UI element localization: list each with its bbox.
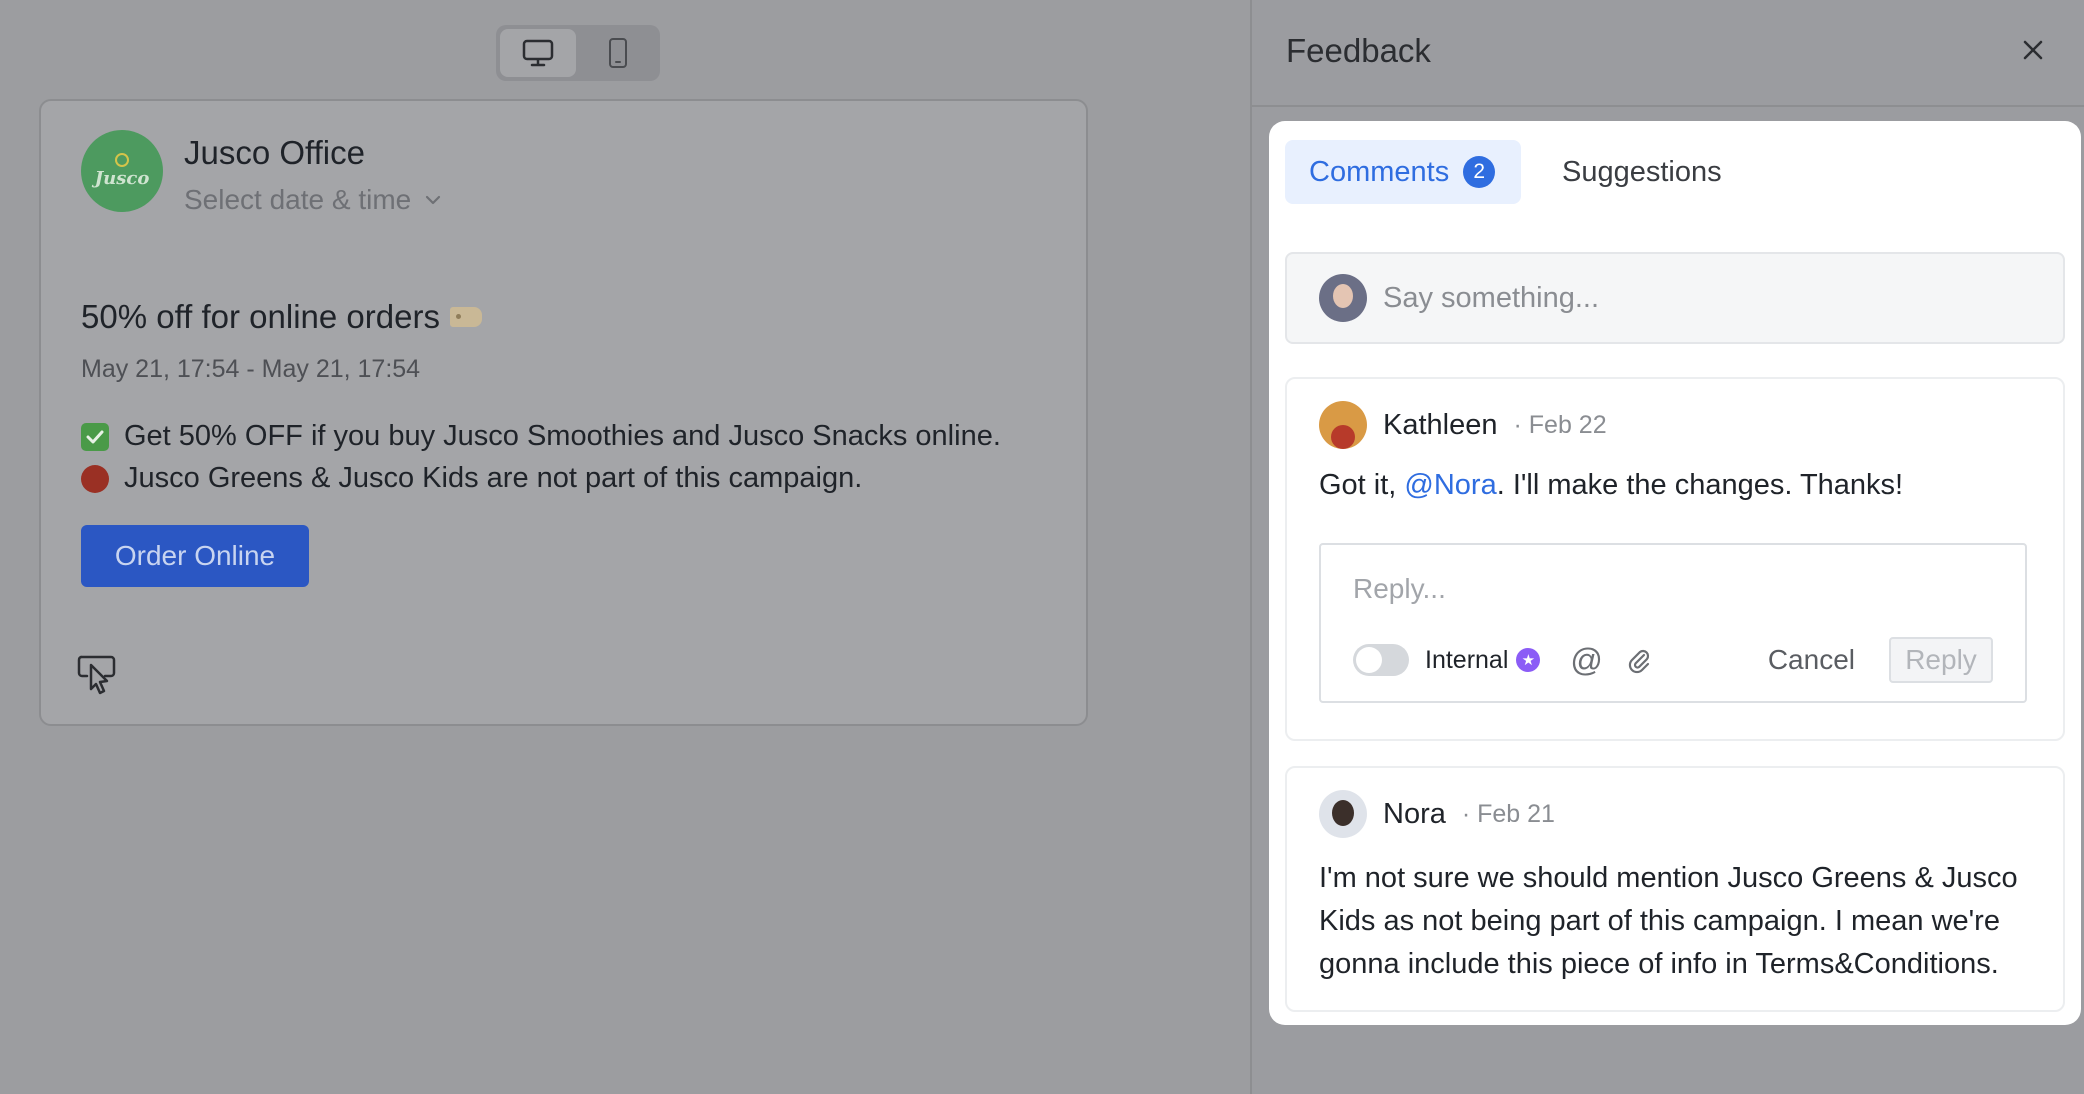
avatar [1319,401,1367,449]
user-mention[interactable]: @Nora [1404,469,1496,501]
new-comment-input[interactable]: Say something... [1285,252,2065,344]
close-icon [2023,40,2043,60]
device-toggle [496,25,660,81]
comments-count-badge: 2 [1463,156,1496,188]
reply-button[interactable]: Reply [1889,637,1993,683]
internal-label: Internal [1425,645,1509,674]
comment-date: · Feb 21 [1461,799,1555,828]
date-select-label: Select date & time [184,184,412,215]
premium-star-icon: ★ [1516,648,1541,672]
offer-line-excluded: Jusco Greens & Jusco Kids are not part o… [81,462,862,495]
tab-comments[interactable]: Comments 2 [1285,140,1521,204]
logo-mark-icon [115,153,129,167]
check-mark-icon [81,422,109,451]
offer-dates: May 21, 17:54 - May 21, 17:54 [81,355,421,383]
reply-toolbar: Internal ★ @ Cancel Reply [1353,637,1993,683]
feedback-panel: Feedback Comments 2 Suggestions Say some… [1250,0,2084,1094]
internal-toggle[interactable] [1353,644,1409,676]
label-tag-icon [449,307,482,327]
close-button[interactable] [2016,33,2050,67]
cancel-button[interactable]: Cancel [1768,644,1855,676]
smartphone-icon [609,38,627,68]
comment-header: Kathleen · Feb 22 [1319,401,1607,449]
date-time-select[interactable]: Select date & time [184,184,441,216]
new-comment-placeholder: Say something... [1383,281,1599,314]
panel-title: Feedback [1286,32,1431,69]
stop-sign-icon [81,464,109,493]
mobile-view-button[interactable] [580,29,656,77]
chevron-down-icon [426,195,441,205]
brand-name: Jusco Office [184,134,365,171]
comment-author: Kathleen [1383,408,1498,441]
tab-comments-label: Comments [1309,155,1450,188]
comment-date: · Feb 22 [1513,410,1607,439]
reply-input[interactable]: Reply... [1353,573,1446,605]
comment-header: Nora · Feb 21 [1319,790,1555,838]
monitor-icon [522,39,554,67]
avatar [1319,274,1367,322]
post-preview-card: Jusco Jusco Office Select date & time 50… [39,99,1088,726]
mention-at-icon[interactable]: @ [1570,642,1602,679]
reply-box: Reply... Internal ★ @ Cancel Reply [1319,543,2027,703]
avatar [1319,790,1367,838]
comment-author: Nora [1383,797,1446,830]
desktop-view-button[interactable] [500,29,576,77]
attachment-paperclip-icon[interactable] [1627,646,1651,674]
comment-text: Got it, @Nora. I'll make the changes. Th… [1319,469,1904,501]
comment-text: I'm not sure we should mention Jusco Gre… [1319,862,2018,980]
comment-item: Nora · Feb 21 I'm not sure we should men… [1285,766,2065,1012]
comments-card: Comments 2 Suggestions Say something... … [1269,121,2081,1025]
comment-item: Kathleen · Feb 22 Got it, @Nora. I'll ma… [1285,377,2065,741]
brand-logo: Jusco [81,130,163,212]
order-online-button[interactable]: Order Online [81,525,309,587]
pointer-cursor-icon[interactable] [77,653,117,695]
offer-line-included: Get 50% OFF if you buy Jusco Smoothies a… [81,420,1001,453]
offer-title: 50% off for online orders [81,298,482,336]
panel-header: Feedback [1252,0,2084,107]
tab-suggestions[interactable]: Suggestions [1562,156,1722,189]
